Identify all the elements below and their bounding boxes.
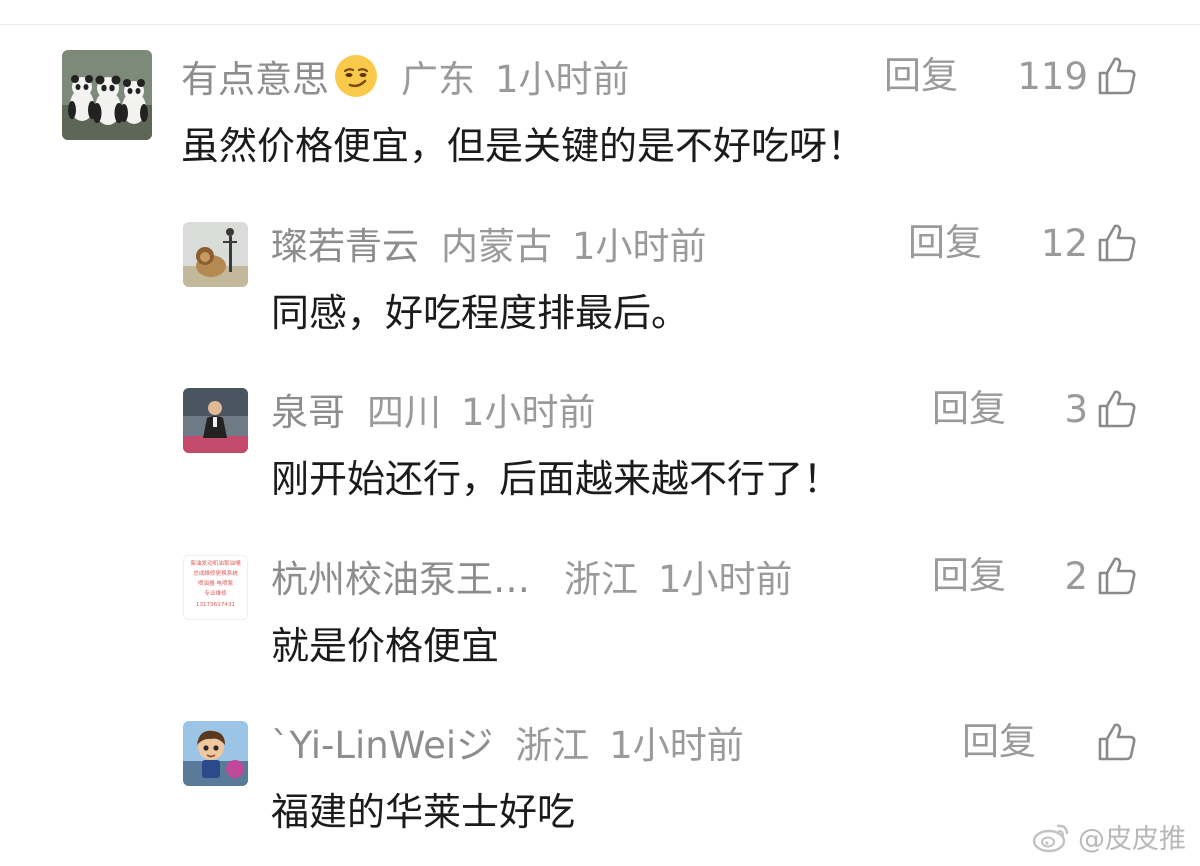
like-count: 3 [1064,387,1088,431]
person-avatar-image [183,388,248,453]
comment-meta: 杭州校油泵王… 浙江 1小时前 [271,550,793,602]
smirk-emoji-icon [333,53,379,99]
location: 浙江 [515,724,590,767]
comment-meta: 璨若青云 内蒙古 1小时前 [271,217,707,269]
avatar-text-line: 专业维修 [204,589,227,597]
username[interactable]: 有点意思 [181,49,329,103]
reply-button[interactable]: 回复 [908,217,982,269]
comment-text: 就是价格便宜 [271,624,500,668]
comment-text: 同感，好吃程度排最后。 [271,291,690,335]
location: 内蒙古 [441,225,552,268]
like-button[interactable] [1088,716,1138,768]
weibo-icon [1032,821,1072,853]
cartoon-avatar-image [183,721,248,786]
like-button[interactable]: 3 [1064,383,1138,435]
avatar-text-line: 柴油发动机油泵油嘴 [190,559,241,567]
like-button[interactable]: 2 [1064,550,1138,602]
comment-text: 虽然价格便宜，但是关键的是不好吃呀！ [181,124,866,168]
watermark: @皮皮推 [1032,817,1186,856]
watermark-text: @皮皮推 [1078,824,1186,855]
panda-avatar-image [62,50,152,140]
timestamp: 1小时前 [461,391,596,434]
thumbs-up-icon [1096,222,1138,264]
timestamp: 1小时前 [609,724,744,767]
reply-button[interactable]: 回复 [884,50,958,102]
avatar-text-line: 喷油器 电喷泵 [198,579,234,587]
avatar[interactable] [183,721,248,786]
thumbs-up-icon [1096,555,1138,597]
top-divider [0,24,1200,25]
location: 浙江 [564,558,638,601]
like-count: 12 [1040,221,1088,265]
text-avatar-image: 柴油发动机油泵油嘴 总成维修更换系统 喷油器 电喷泵 专业维修 13173617… [184,556,247,619]
location: 四川 [367,391,441,434]
location: 广东 [401,58,475,101]
timestamp: 1小时前 [658,558,793,601]
lion-avatar-image [183,222,248,287]
username[interactable]: 泉哥 [271,382,345,436]
comment-text: 福建的华莱士好吃 [271,790,576,834]
reply-button[interactable]: 回复 [962,716,1036,768]
reply-button[interactable]: 回复 [932,383,1006,435]
reply-button[interactable]: 回复 [932,550,1006,602]
comment-meta: 泉哥 四川 1小时前 [271,383,596,435]
avatar[interactable] [183,222,248,287]
comment-text: 刚开始还行，后面越来越不行了！ [271,457,842,501]
thumbs-up-icon [1096,388,1138,430]
username[interactable]: `Yi-LinWeiジ [271,715,493,769]
comment-meta: `Yi-LinWeiジ 浙江 1小时前 [271,716,744,768]
thumbs-up-icon [1096,721,1138,763]
avatar-text-line: 总成维修更换系统 [193,569,238,577]
like-count: 2 [1064,554,1088,598]
timestamp: 1小时前 [572,225,707,268]
thumbs-up-icon [1096,55,1138,97]
username[interactable]: 璨若青云 [271,216,419,270]
avatar-text-line: 13173617431 [196,602,236,608]
avatar[interactable]: 柴油发动机油泵油嘴 总成维修更换系统 喷油器 电喷泵 专业维修 13173617… [183,555,248,620]
like-button[interactable]: 119 [1017,50,1138,102]
comment-meta: 有点意思 广东 1小时前 [181,50,630,102]
avatar[interactable] [62,50,152,140]
avatar[interactable] [183,388,248,453]
timestamp: 1小时前 [495,58,630,101]
like-button[interactable]: 12 [1041,217,1138,269]
username[interactable]: 杭州校油泵王… [271,549,530,603]
like-count: 119 [1017,54,1088,98]
